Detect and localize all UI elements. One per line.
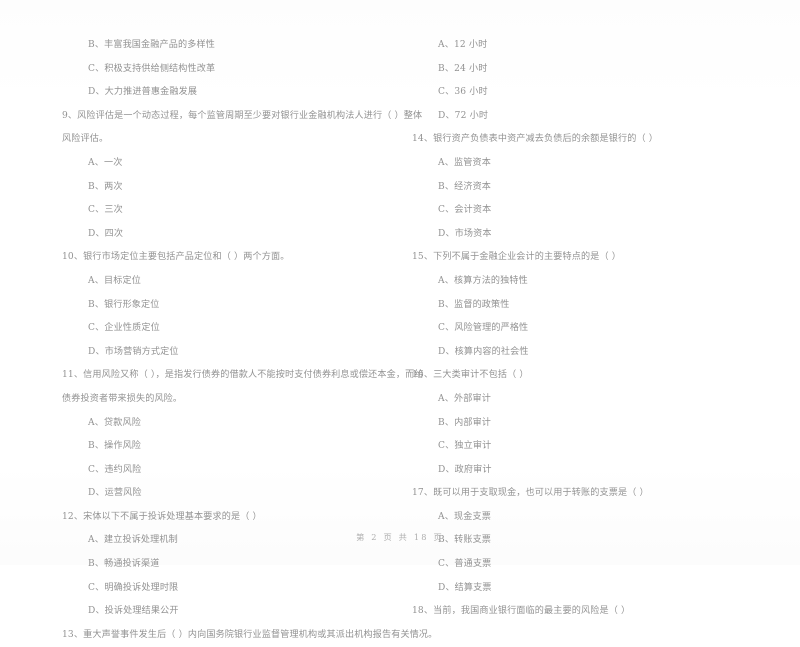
question-stem: 16、三大类审计不包括（ ） bbox=[412, 370, 529, 381]
option-item: D、市场资本 bbox=[438, 228, 492, 239]
option-item: D、核算内容的社会性 bbox=[438, 346, 529, 357]
option-item: D、政府审计 bbox=[438, 464, 492, 475]
option-item: C、三次 bbox=[88, 205, 123, 216]
option-item: B、两次 bbox=[88, 181, 123, 192]
option-item: A、外部审计 bbox=[438, 393, 491, 404]
option-item: D、市场营销方式定位 bbox=[88, 346, 179, 357]
option-item: B、操作风险 bbox=[88, 441, 142, 452]
option-item: C、明确投诉处理时限 bbox=[88, 582, 179, 593]
option-item: B、24 小时 bbox=[438, 63, 488, 74]
option-item: C、独立审计 bbox=[438, 441, 492, 452]
question-stem: 18、当前，我国商业银行面临的最主要的风险是（ ） bbox=[412, 606, 631, 617]
option-item: A、现金支票 bbox=[438, 511, 491, 522]
option-item: C、风险管理的严格性 bbox=[438, 323, 529, 334]
option-item: B、丰富我国金融产品的多样性 bbox=[88, 40, 216, 50]
page-footer: 第 2 页 共 18 页 bbox=[356, 532, 444, 542]
question-stem-continued: 风险评估。 bbox=[62, 134, 109, 145]
option-item: A、核算方法的独特性 bbox=[438, 275, 528, 286]
question-stem: 12、宋体以下不属于投诉处理基本要求的是（ ） bbox=[62, 511, 262, 522]
document-page: B、丰富我国金融产品的多样性 C、积极支持供给侧结构性改革 D、大力推进普惠金融… bbox=[0, 0, 800, 640]
question-stem: 17、既可以用于支取现金，也可以用于转账的支票是（ ） bbox=[412, 488, 649, 499]
option-item: D、结算支票 bbox=[438, 582, 492, 593]
option-item: D、72 小时 bbox=[438, 110, 489, 121]
question-stem: 13、重大声誉事件发生后（ ）内向国务院银行业监督管理机构或其派出机构报告有关情… bbox=[62, 629, 438, 640]
option-item: C、违约风险 bbox=[88, 464, 142, 475]
option-item: B、经济资本 bbox=[438, 181, 492, 192]
option-item: A、一次 bbox=[88, 157, 123, 168]
question-stem: 10、银行市场定位主要包括产品定位和（ ）两个方面。 bbox=[62, 252, 290, 263]
option-item: C、企业性质定位 bbox=[88, 323, 160, 334]
question-stem: 14、银行资产负债表中资产减去负债后的余额是银行的（ ） bbox=[412, 134, 659, 145]
option-item: A、目标定位 bbox=[88, 275, 141, 286]
option-item: C、会计资本 bbox=[438, 205, 492, 216]
left-column: B、丰富我国金融产品的多样性 C、积极支持供给侧结构性改革 D、大力推进普惠金融… bbox=[62, 34, 438, 647]
option-item: B、监督的政策性 bbox=[438, 299, 510, 310]
question-stem: 15、下列不属于金融企业会计的主要特点的是（ ） bbox=[412, 252, 622, 263]
option-item: D、运营风险 bbox=[88, 488, 142, 499]
option-item: B、银行形象定位 bbox=[88, 299, 160, 310]
option-item: D、投诉处理结果公开 bbox=[88, 606, 179, 617]
question-stem-continued: 债券投资者带来损失的风险。 bbox=[62, 393, 183, 404]
option-item: C、36 小时 bbox=[438, 87, 488, 98]
option-item: D、四次 bbox=[88, 228, 124, 239]
option-item: B、内部审计 bbox=[438, 417, 492, 428]
option-item: D、大力推进普惠金融发展 bbox=[88, 87, 198, 98]
option-item: C、积极支持供给侧结构性改革 bbox=[88, 63, 216, 74]
option-item: A、监管资本 bbox=[438, 157, 491, 168]
option-item: A、12 小时 bbox=[438, 40, 488, 50]
question-stem: 9、风险评估是一个动态过程，每个监管周期至少要对银行业金融机构法人进行（ ）整体 bbox=[62, 110, 423, 121]
option-item: A、贷款风险 bbox=[88, 417, 141, 428]
question-stem: 11、信用风险又称（ ），是指发行债券的借款人不能按时支付债券利息或偿还本金，而… bbox=[62, 370, 424, 381]
